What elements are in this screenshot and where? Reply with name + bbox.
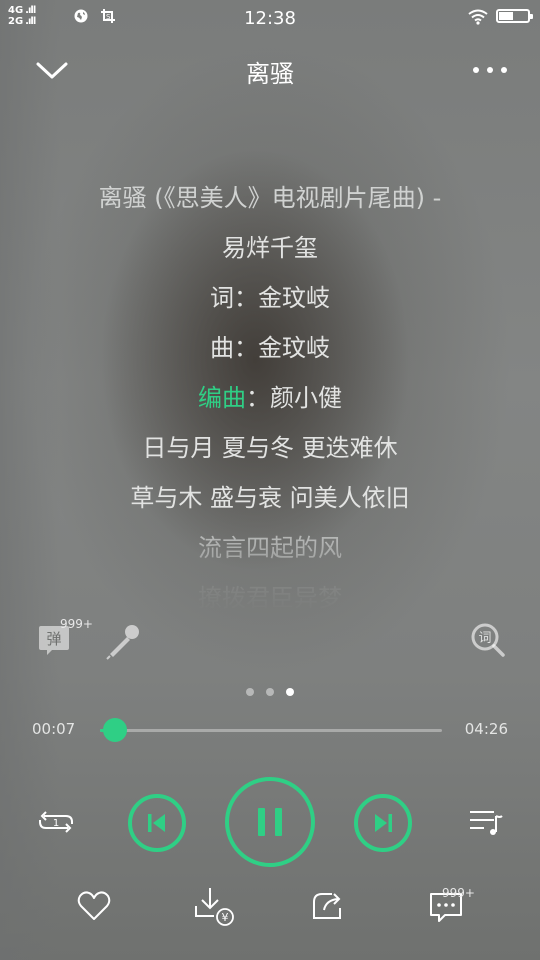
repeat-one-icon[interactable]: 1 bbox=[36, 806, 76, 838]
lyrics-panel[interactable]: 离骚 (《思美人》电视剧片尾曲) - 易烊千玺 词：金玟岐 曲：金玟岐 编曲：颜… bbox=[0, 173, 540, 613]
skip-previous-icon bbox=[148, 814, 165, 832]
share-icon[interactable] bbox=[310, 888, 346, 924]
lyric-remaining-text: ：颜小健 bbox=[246, 384, 342, 412]
danmu-label: 弹 bbox=[46, 630, 61, 648]
wifi-icon bbox=[468, 9, 488, 25]
current-lyric-line: 编曲：颜小健 bbox=[0, 373, 540, 423]
total-time: 04:26 bbox=[464, 720, 508, 738]
lyric-line: 撩拨君臣异梦 bbox=[198, 584, 342, 612]
lyric-line: 易烊千玺 bbox=[222, 234, 318, 262]
more-options-icon[interactable] bbox=[468, 54, 512, 86]
current-time: 00:07 bbox=[32, 720, 76, 738]
page-dot[interactable] bbox=[246, 688, 254, 696]
lyric-line: 日与月 夏与冬 更迭难休 bbox=[142, 434, 398, 462]
playlist-icon[interactable] bbox=[468, 806, 504, 838]
lyric-line: 草与木 盛与衰 问美人依旧 bbox=[130, 484, 410, 512]
battery-level bbox=[499, 12, 513, 20]
skip-next-icon bbox=[375, 814, 392, 832]
comment-count-badge: 999+ bbox=[442, 886, 475, 900]
pause-button[interactable] bbox=[225, 777, 315, 867]
microphone-icon[interactable] bbox=[104, 622, 144, 662]
page-dot[interactable] bbox=[266, 688, 274, 696]
player-header: 离骚 bbox=[0, 46, 540, 94]
svg-text:1: 1 bbox=[53, 818, 59, 829]
lyric-progress-highlight: 编曲 bbox=[198, 384, 246, 412]
pause-icon bbox=[258, 808, 282, 836]
status-bar: 4G .ıll 2G .ıll S 12:38 bbox=[0, 0, 540, 36]
page-title: 离骚 bbox=[246, 60, 294, 88]
lyric-line: 曲：金玟岐 bbox=[210, 334, 330, 362]
lyric-line: 词：金玟岐 bbox=[210, 284, 330, 312]
status-time: 12:38 bbox=[244, 8, 296, 29]
lyric-search-label: 词 bbox=[478, 631, 491, 646]
lyric-search-icon[interactable]: 词 bbox=[470, 622, 506, 658]
heart-icon[interactable] bbox=[76, 888, 112, 924]
lyric-line: 流言四起的风 bbox=[198, 534, 342, 562]
page-indicator bbox=[0, 688, 540, 696]
progress-track[interactable] bbox=[100, 729, 442, 732]
lyric-line: 离骚 (《思美人》电视剧片尾曲) - bbox=[98, 184, 442, 212]
page-dot-active[interactable] bbox=[286, 688, 294, 696]
danmu-count-badge: 999+ bbox=[60, 617, 93, 631]
svg-text:¥: ¥ bbox=[222, 911, 229, 924]
battery-icon bbox=[496, 9, 533, 23]
previous-button[interactable] bbox=[128, 794, 186, 852]
next-button[interactable] bbox=[354, 794, 412, 852]
download-icon[interactable]: ¥ bbox=[192, 884, 236, 928]
